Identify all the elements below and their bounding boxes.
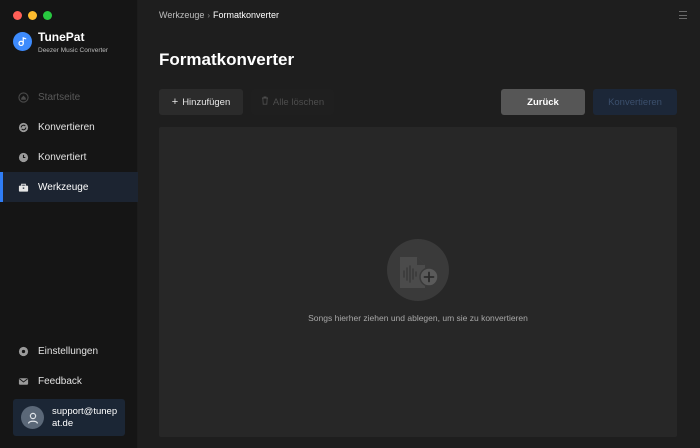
plus-icon: + [171, 96, 179, 108]
breadcrumb-separator: › [207, 10, 211, 20]
sidebar-item-label: Konvertieren [38, 121, 95, 133]
clear-all-button[interactable]: Alle löschen [251, 89, 334, 115]
add-audio-file-icon [387, 239, 449, 301]
user-icon [27, 412, 38, 424]
add-button[interactable]: + Hinzufügen [159, 89, 243, 115]
drop-zone-hint: Songs hierher ziehen und ablegen, um sie… [308, 313, 528, 323]
convert-icon [18, 122, 29, 133]
sidebar-item-konvertieren[interactable]: Konvertieren [0, 112, 138, 142]
sidebar-item-label: Feedback [38, 375, 82, 387]
gear-icon [18, 346, 29, 357]
sidebar-item-werkzeuge[interactable]: Werkzeuge [0, 172, 138, 202]
mail-icon [18, 376, 29, 387]
window-controls [13, 11, 52, 20]
sidebar-item-label: Startseite [38, 91, 81, 103]
app-subtitle: Deezer Music Converter [38, 47, 109, 54]
app-window: TunePat Deezer Music Converter Startseit… [0, 0, 700, 448]
account-email: support@tunepat.de [52, 405, 118, 429]
clock-icon [18, 152, 29, 163]
convert-button[interactable]: Konvertieren [593, 89, 677, 115]
avatar [21, 406, 44, 429]
sidebar: TunePat Deezer Music Converter Startseit… [0, 0, 138, 448]
page-title: Formatkonverter [159, 50, 295, 69]
sidebar-item-label: Einstellungen [38, 345, 99, 357]
clear-all-button-label: Alle löschen [272, 96, 325, 108]
minimize-window-button[interactable] [28, 11, 37, 20]
back-button[interactable]: Zurück [501, 89, 585, 115]
sidebar-item-label: Konvertiert [38, 151, 87, 163]
trash-icon [261, 96, 269, 108]
home-icon [18, 91, 29, 103]
sidebar-item-startseite[interactable]: Startseite [0, 82, 138, 112]
add-button-label: Hinzufügen [182, 96, 231, 108]
drop-zone[interactable]: Songs hierher ziehen und ablegen, um sie… [159, 127, 677, 437]
toolbox-icon [18, 182, 29, 193]
sidebar-item-feedback[interactable]: Feedback [0, 366, 138, 396]
brand: TunePat Deezer Music Converter [13, 30, 108, 54]
maximize-window-button[interactable] [43, 11, 52, 20]
sidebar-item-einstellungen[interactable]: Einstellungen [0, 336, 138, 366]
breadcrumb: Werkzeuge › Formatkonverter [159, 10, 279, 20]
account-card[interactable]: support@tunepat.de [13, 399, 125, 436]
app-name: TunePat [38, 30, 85, 44]
sidebar-item-label: Werkzeuge [38, 181, 89, 193]
sidebar-bottom-nav: Einstellungen Feedback [0, 336, 138, 396]
breadcrumb-parent[interactable]: Werkzeuge [159, 10, 204, 20]
music-note-icon [13, 32, 32, 51]
main-panel: Werkzeuge › Formatkonverter Formatkonver… [138, 0, 700, 448]
sidebar-nav: Startseite Konvertieren Konvertiert Werk… [0, 82, 138, 202]
breadcrumb-current: Formatkonverter [213, 10, 280, 20]
close-window-button[interactable] [13, 11, 22, 20]
sidebar-item-konvertiert[interactable]: Konvertiert [0, 142, 138, 172]
menu-icon[interactable] [679, 11, 687, 19]
